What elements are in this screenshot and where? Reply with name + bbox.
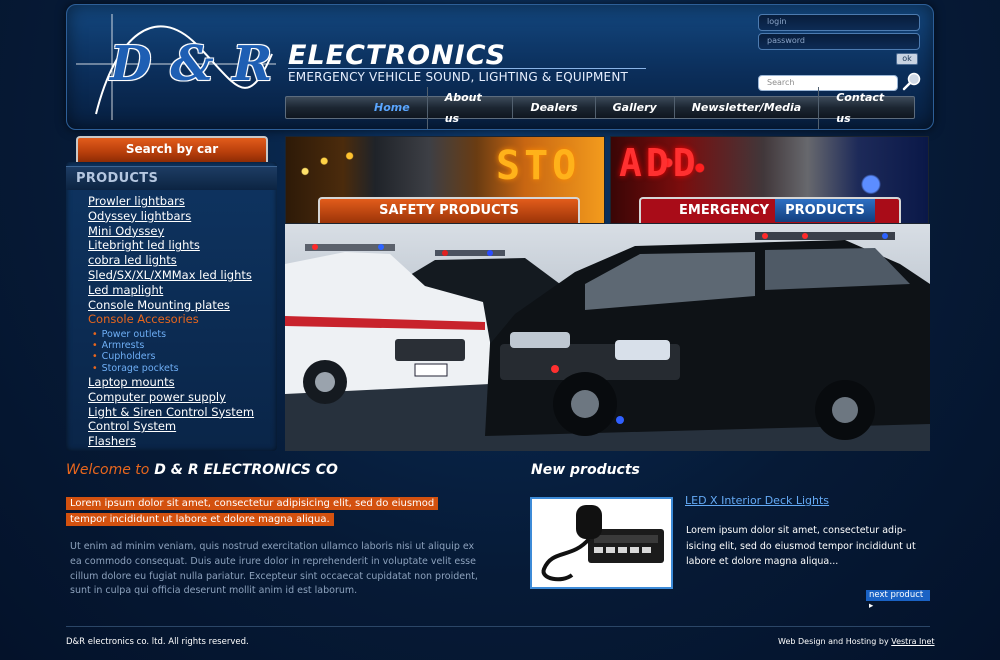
product-link[interactable]: Laptop mounts	[88, 375, 254, 390]
subproduct-link[interactable]: Cupholders	[92, 351, 179, 362]
main-nav: Home About us Dealers Gallery Newsletter…	[285, 86, 915, 129]
welcome-heading: Welcome to D & R ELECTRONICS CO	[66, 462, 338, 478]
footer-credit-link[interactable]: Vestra Inet	[891, 637, 934, 646]
product-name-link[interactable]: LED X Interior Deck Lights	[685, 494, 829, 507]
products-title: PRODUCTS	[76, 171, 159, 186]
nav-dealers[interactable]: Dealers	[512, 97, 594, 118]
subproduct-link[interactable]: Armrests	[92, 340, 179, 351]
safety-products-label: SAFETY PRODUCTS	[318, 197, 580, 223]
product-link[interactable]: Light & Siren Control System	[88, 405, 254, 420]
product-list-continued: Laptop mounts Computer power supply Ligh…	[88, 375, 254, 449]
logo-text: D & R	[110, 36, 274, 92]
footer-credit: Web Design and Hosting by Vestra Inet	[778, 637, 935, 646]
product-link[interactable]: Console Mounting plates	[88, 298, 276, 313]
product-link-active[interactable]: Console Accesories	[88, 312, 276, 327]
subproduct-link[interactable]: Power outlets	[92, 329, 179, 340]
search-by-car-button[interactable]: Search by car	[76, 136, 268, 162]
product-description: Lorem ipsum dolor sit amet, consectetur …	[686, 525, 916, 567]
emergency-products-label: EMERGENCY PRODUCTS	[639, 197, 901, 223]
siren-controller-image	[541, 505, 664, 582]
emergency-products-banner[interactable]: ADD EMERGENCY PRODUCTS	[610, 136, 929, 224]
products-label-part: PRODUCTS	[775, 199, 875, 222]
product-link[interactable]: Odyssey lightbars	[88, 209, 276, 224]
product-link[interactable]: Litebright led lights	[88, 238, 276, 253]
footer-copyright: D&R electronics co. ltd. All rights rese…	[66, 637, 249, 647]
password-input[interactable]: password	[758, 33, 920, 50]
led-sign-text: ADD	[619, 141, 700, 185]
footer-divider	[66, 626, 930, 627]
logo[interactable]: D & R	[76, 14, 276, 120]
brand-subtitle: EMERGENCY VEHICLE SOUND, LIGHTING & EQUI…	[288, 68, 646, 84]
welcome-highlight-text: Lorem ipsum dolor sit amet, consectetur …	[66, 497, 439, 526]
led-sign-text: STO	[496, 143, 581, 189]
product-link[interactable]: Control System	[88, 419, 254, 434]
welcome-highlight: Lorem ipsum dolor sit amet, consectetur …	[66, 496, 472, 528]
product-sublist: Power outlets Armrests Cupholders Storag…	[92, 329, 179, 374]
nav-newsletter-media[interactable]: Newsletter/Media	[673, 97, 819, 118]
products-heading-bar: PRODUCTS	[66, 166, 277, 190]
footer-credit-text: Web Design and Hosting by	[778, 637, 889, 646]
welcome-accent: Welcome to	[66, 462, 150, 478]
nav-home[interactable]: Home	[286, 97, 427, 118]
next-product-button[interactable]: next product	[866, 590, 930, 601]
new-products-heading: New products	[531, 462, 640, 478]
product-link[interactable]: cobra led lights	[88, 253, 276, 268]
nav-contact-us[interactable]: Contact us	[818, 86, 914, 129]
police-vehicles-illustration	[285, 232, 930, 451]
product-link[interactable]: Computer power supply	[88, 390, 254, 405]
product-link[interactable]: Flashers	[88, 434, 254, 449]
welcome-body: Ut enim ad minim veniam, quis nostrud ex…	[70, 541, 478, 597]
safety-products-banner[interactable]: STO SAFETY PRODUCTS	[285, 136, 605, 224]
subproduct-link[interactable]: Storage pockets	[92, 363, 179, 374]
product-link[interactable]: Led maplight	[88, 283, 276, 298]
hero-vehicles-image	[285, 224, 930, 451]
product-link[interactable]: Sled/SX/XL/XMMax led lights	[88, 268, 276, 283]
product-link[interactable]: Prowler lightbars	[88, 194, 276, 209]
nav-gallery[interactable]: Gallery	[594, 97, 674, 118]
login-ok-button[interactable]: ok	[896, 53, 918, 65]
nav-about-us[interactable]: About us	[426, 86, 513, 129]
product-link[interactable]: Mini Odyssey	[88, 224, 276, 239]
product-list: Prowler lightbars Odyssey lightbars Mini…	[88, 194, 276, 327]
login-input[interactable]: login	[758, 14, 920, 31]
brand-title: ELECTRONICS	[288, 40, 507, 71]
product-thumbnail[interactable]	[530, 497, 673, 589]
welcome-company: D & R ELECTRONICS CO	[154, 462, 338, 478]
emergency-label-part: EMERGENCY	[679, 203, 770, 218]
